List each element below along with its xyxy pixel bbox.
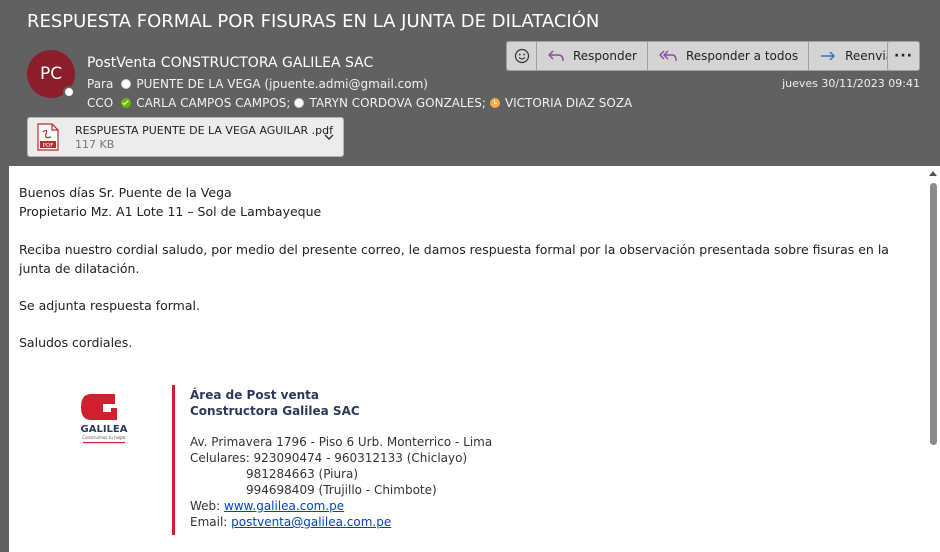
attachment-size: 117 KB: [75, 137, 115, 151]
cc-recipient[interactable]: TARYN CORDOVA GONZALES;: [309, 96, 485, 110]
body-paragraph: Reciba nuestro cordial saludo, por medio…: [19, 242, 889, 276]
signature-divider: [172, 385, 175, 535]
reply-button[interactable]: Responder: [537, 41, 648, 71]
signature-web-row: Web: www.galilea.com.pe: [190, 498, 492, 514]
vertical-scrollbar[interactable]: [926, 166, 940, 552]
to-label: Para: [87, 77, 114, 91]
presence-away-icon: [489, 98, 500, 108]
reply-all-icon: [658, 50, 677, 61]
signature-phone: 981284663 (Piura): [246, 467, 359, 481]
greeting-line: Buenos días Sr. Puente de la Vega: [19, 185, 232, 200]
cc-label: CCO: [87, 96, 114, 110]
message-body: Buenos días Sr. Puente de la Vega Propie…: [19, 183, 919, 370]
svg-text:GALILEA: GALILEA: [81, 424, 128, 435]
presence-status-icon: [63, 86, 75, 98]
to-recipient[interactable]: PUENTE DE LA VEGA (jpuente.admi@gmail.co…: [136, 77, 428, 91]
smiley-icon: [514, 48, 529, 64]
cc-recipient[interactable]: CARLA CAMPOS CAMPOS;: [136, 96, 290, 110]
greeting-line: Propietario Mz. A1 Lote 11 – Sol de Lamb…: [19, 204, 322, 219]
signature-department: Área de Post venta: [190, 388, 319, 402]
web-label: Web:: [190, 499, 221, 513]
email-label: Email:: [190, 515, 228, 529]
body-paragraph: Se adjunta respuesta formal.: [19, 298, 200, 313]
chevron-down-icon[interactable]: [323, 131, 335, 143]
signature-address: Av. Primavera 1796 - Piso 6 Urb. Monterr…: [190, 435, 493, 449]
presence-offline-icon: [121, 79, 132, 89]
reply-all-label: Responder a todos: [685, 49, 799, 63]
more-actions-button[interactable]: ···: [887, 41, 920, 71]
presence-available-icon: [121, 98, 132, 108]
pdf-file-icon: PDF: [37, 123, 59, 151]
website-link[interactable]: www.galilea.com.pe: [224, 499, 344, 513]
signature-block: Área de Post venta Constructora Galilea …: [190, 387, 492, 530]
email-subject: RESPUESTA FORMAL POR FISURAS EN LA JUNTA…: [27, 11, 600, 32]
presence-offline-icon: [294, 98, 305, 108]
cc-row: CCO CARLA CAMPOS CAMPOS; TARYN CORDOVA G…: [87, 96, 636, 110]
cc-recipient[interactable]: VICTORIA DIAZ SOZA: [505, 96, 632, 110]
ellipsis-icon: ···: [894, 48, 913, 64]
action-bar: Responder Responder a todos Reenviar: [537, 41, 910, 71]
signature-phone: 994698409 (Trujillo - Chimbote): [246, 483, 437, 497]
attachment-card[interactable]: PDF RESPUESTA PUENTE DE LA VEGA AGUILAR …: [27, 117, 344, 157]
reply-all-button[interactable]: Responder a todos: [647, 41, 810, 71]
emoji-reaction-button[interactable]: [506, 41, 537, 71]
scrollbar-thumb[interactable]: [930, 183, 937, 445]
signature-phones: Celulares: 923090474 - 960312133 (Chicla…: [190, 451, 468, 465]
message-body-pane: Buenos días Sr. Puente de la Vega Propie…: [9, 166, 940, 552]
sender-name[interactable]: PostVenta CONSTRUCTORA GALILEA SAC: [87, 55, 373, 71]
reply-label: Responder: [573, 49, 637, 63]
to-row: Para PUENTE DE LA VEGA (jpuente.admi@gma…: [87, 77, 428, 91]
signature-email-row: Email: postventa@galilea.com.pe: [190, 514, 492, 530]
received-date: jueves 30/11/2023 09:41: [782, 77, 920, 90]
reply-icon: [548, 50, 564, 61]
svg-text:PDF: PDF: [43, 143, 54, 149]
closing-line: Saludos cordiales.: [19, 335, 133, 350]
signature-company: Constructora Galilea SAC: [190, 404, 360, 418]
email-link[interactable]: postventa@galilea.com.pe: [231, 515, 391, 529]
forward-icon: [821, 51, 836, 61]
svg-text:Construimos tu hogar: Construimos tu hogar: [82, 435, 126, 440]
scroll-up-arrow-icon[interactable]: [929, 171, 937, 176]
attachment-name: RESPUESTA PUENTE DE LA VEGA AGUILAR .pdf: [75, 123, 333, 137]
galilea-logo: GALILEA Construimos tu hogar: [81, 394, 128, 444]
